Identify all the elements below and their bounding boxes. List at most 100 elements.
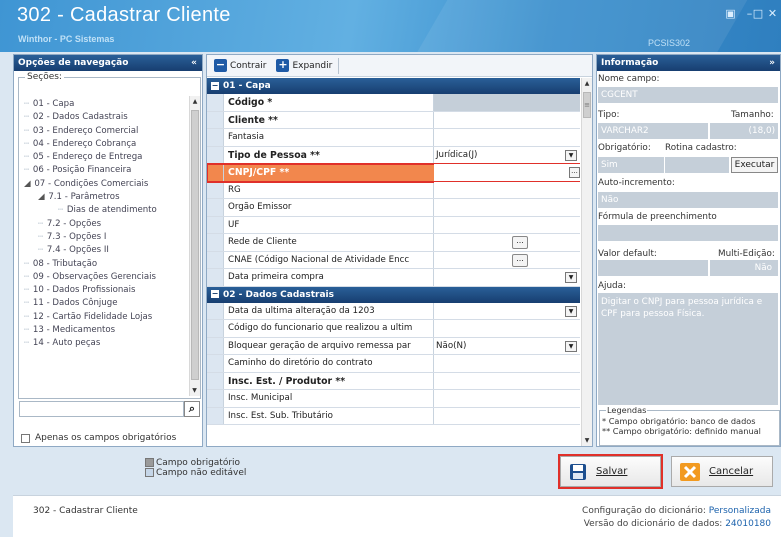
ellipsis-button[interactable]: ... xyxy=(569,167,580,178)
restore-icon[interactable]: ▣ xyxy=(723,6,738,21)
tree-item-label: 7.2 - Opções xyxy=(46,218,102,229)
tree-item[interactable]: ┈ 02 - Dados Cadastrais xyxy=(24,111,198,124)
section-search-input[interactable] xyxy=(19,401,184,417)
field-value[interactable]: ▼ xyxy=(434,269,580,286)
expanded-triangle-icon[interactable]: ◢ xyxy=(24,179,33,189)
tree-item[interactable]: ◢ 7.1 - Parâmetros xyxy=(24,191,198,204)
tree-item[interactable]: ┈ 7.4 - Opções II xyxy=(24,244,198,257)
tree-item[interactable]: ┈ 13 - Medicamentos xyxy=(24,324,198,337)
tree-item[interactable]: ┈ 11 - Dados Cônjuge xyxy=(24,297,198,310)
tree-scrollbar[interactable]: ▲ ▼ xyxy=(189,96,200,396)
section-collapse-icon[interactable]: − xyxy=(211,290,219,298)
grid-row[interactable]: Orgão Emissor xyxy=(207,199,580,217)
field-value[interactable]: Não(N) ▼ xyxy=(434,337,580,354)
field-value[interactable] xyxy=(434,111,580,128)
grid-row[interactable]: CNAE (Código Nacional de Atividade Encc.… xyxy=(207,251,580,269)
grid-row[interactable]: Fantasia xyxy=(207,129,580,147)
grid-row[interactable]: Caminho do diretório do contrato xyxy=(207,355,580,373)
grid-scrollbar[interactable]: ▲ ≡ ▼ xyxy=(581,78,592,446)
dropdown-icon[interactable]: ▼ xyxy=(565,272,577,283)
field-value[interactable]: ▼ xyxy=(434,302,580,319)
tree-item[interactable]: ┈ 09 - Observações Gerenciais xyxy=(24,271,198,284)
tree-item[interactable]: ◢ 07 - Condições Comerciais xyxy=(24,178,198,191)
tree-item-label: 02 - Dados Cadastrais xyxy=(32,112,128,123)
grid-row[interactable]: Rede de Cliente... xyxy=(207,234,580,252)
tree-item[interactable]: ┈ 10 - Dados Profissionais xyxy=(24,284,198,297)
expand-panel-icon[interactable]: » xyxy=(769,55,775,71)
tree-item[interactable]: ┈ 08 - Tributação xyxy=(24,258,198,271)
grid-row[interactable]: Bloquear geração de arquivo remessa par N… xyxy=(207,337,580,355)
grid-row[interactable]: Insc. Municipal xyxy=(207,390,580,408)
grid-row[interactable]: Insc. Est. Sub. Tributário xyxy=(207,407,580,425)
expanded-triangle-icon[interactable]: ◢ xyxy=(38,192,47,202)
field-value[interactable] xyxy=(434,129,580,146)
grid-scroll-up-icon[interactable]: ▲ xyxy=(582,78,592,89)
search-icon[interactable]: ⌕ xyxy=(184,401,200,417)
grid-row[interactable]: Data da ultima alteração da 1203 ▼ xyxy=(207,302,580,320)
grid-section-header[interactable]: −02 - Dados Cadastrais xyxy=(207,286,580,303)
execute-button[interactable]: Executar xyxy=(731,157,778,173)
field-value[interactable] xyxy=(434,407,580,424)
field-value[interactable] xyxy=(434,181,580,198)
maximize-icon[interactable]: □ xyxy=(751,6,765,21)
only-required-checkbox[interactable] xyxy=(21,433,30,443)
field-label: Insc. Est. Sub. Tributário xyxy=(224,407,434,424)
grid-row[interactable]: CNPJ/CPF **... xyxy=(207,163,580,183)
lookup-button[interactable]: ... xyxy=(512,253,528,267)
tree-item[interactable]: ┈ 01 - Capa xyxy=(24,98,198,111)
only-required-label: Apenas os campos obrigatórios xyxy=(35,433,177,443)
grid-row[interactable]: UF xyxy=(207,216,580,234)
dropdown-icon[interactable]: ▼ xyxy=(565,340,577,352)
tree-item[interactable]: ┈ 05 - Endereço de Entrega xyxy=(24,151,198,164)
collapse-panel-icon[interactable]: « xyxy=(191,55,197,71)
field-value[interactable] xyxy=(434,216,580,233)
tree-item[interactable]: ┈ 14 - Auto peças xyxy=(24,337,198,350)
field-value[interactable]: ... xyxy=(434,234,580,251)
field-value[interactable]: ... xyxy=(434,251,580,268)
field-label: Código do funcionario que realizou a ult… xyxy=(224,320,434,337)
tree-item[interactable]: ┈ 04 - Endereço Cobrança xyxy=(24,138,198,151)
fields-panel: − Contrair + Expandir −01 - Capa Código *… xyxy=(206,54,593,447)
section-collapse-icon[interactable]: − xyxy=(211,81,219,90)
tree-item[interactable]: ┈ 06 - Posição Financeira xyxy=(24,164,198,177)
collapse-button[interactable]: − Contrair xyxy=(210,57,270,75)
field-value[interactable] xyxy=(434,320,580,337)
grid-row[interactable]: Data primeira compra ▼ xyxy=(207,269,580,287)
scroll-down-icon[interactable]: ▼ xyxy=(190,385,199,396)
scroll-up-icon[interactable]: ▲ xyxy=(190,96,200,107)
cancel-button[interactable]: Cancelar xyxy=(671,456,773,487)
tree-item[interactable]: ┈ Dias de atendimento xyxy=(24,204,198,217)
grid-scroll-thumb[interactable]: ≡ xyxy=(583,92,591,118)
grid-row[interactable]: Código * xyxy=(207,94,580,112)
tree-line-icon: ┈ xyxy=(24,325,32,336)
tree-item[interactable]: ┈ 12 - Cartão Fidelidade Lojas xyxy=(24,311,198,324)
expand-button[interactable]: + Expandir xyxy=(272,57,336,75)
grid-section-header[interactable]: −01 - Capa xyxy=(207,78,580,94)
tree-item[interactable]: ┈ 03 - Endereço Comercial xyxy=(24,125,198,138)
grid-row[interactable]: RG xyxy=(207,181,580,199)
tree-item-label: 04 - Endereço Cobrança xyxy=(32,138,137,149)
autoinc-value: Não xyxy=(598,192,778,208)
dropdown-icon[interactable]: ▼ xyxy=(565,149,577,161)
field-value[interactable] xyxy=(434,390,580,407)
tree-item[interactable]: ┈ 7.2 - Opções xyxy=(24,218,198,231)
field-value[interactable]: ... xyxy=(434,164,580,181)
field-value[interactable] xyxy=(434,372,580,389)
field-value[interactable] xyxy=(434,355,580,372)
grid-row[interactable]: Código do funcionario que realizou a ult… xyxy=(207,320,580,338)
close-icon[interactable]: ✕ xyxy=(765,6,780,21)
field-value[interactable]: Jurídica(J) ▼ xyxy=(434,146,580,163)
scroll-thumb[interactable] xyxy=(191,110,199,380)
dropdown-icon[interactable]: ▼ xyxy=(565,305,577,317)
config-label: Configuração do dicionário: xyxy=(582,506,706,516)
lookup-button[interactable]: ... xyxy=(512,236,528,249)
only-required-row[interactable]: Apenas os campos obrigatórios xyxy=(21,433,176,443)
grid-row[interactable]: Cliente ** xyxy=(207,111,580,129)
tree-item[interactable]: ┈ 7.3 - Opções I xyxy=(24,231,198,244)
field-label: Tipo de Pessoa ** xyxy=(224,146,434,163)
grid-scroll-down-icon[interactable]: ▼ xyxy=(582,435,592,446)
grid-row[interactable]: Insc. Est. / Produtor ** xyxy=(207,372,580,390)
field-value[interactable] xyxy=(434,199,580,216)
save-button[interactable]: Salvar xyxy=(558,454,663,489)
grid-row[interactable]: Tipo de Pessoa ** Jurídica(J) ▼ xyxy=(207,146,580,164)
